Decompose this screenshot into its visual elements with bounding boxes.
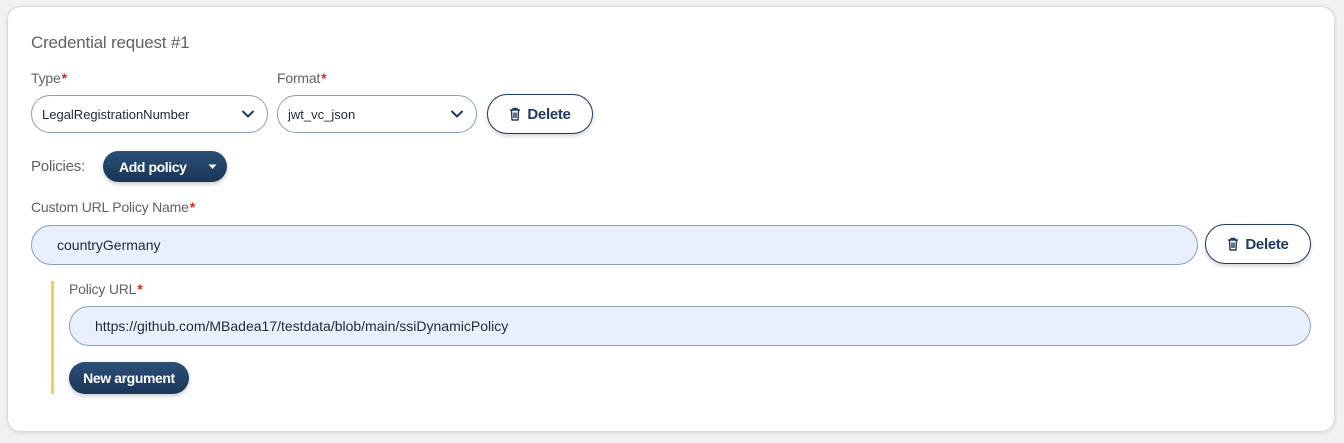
- type-label: Type*: [31, 70, 67, 86]
- custom-policy-name-label: Custom URL Policy Name*: [31, 199, 195, 215]
- policy-section-accent-bar: [51, 281, 54, 394]
- card-title: Credential request #1: [31, 33, 190, 52]
- trash-icon: [509, 107, 521, 121]
- required-marker: *: [137, 281, 143, 297]
- required-marker: *: [189, 199, 195, 215]
- delete-credential-button[interactable]: Delete: [487, 94, 593, 134]
- format-select[interactable]: jwt_vc_json: [277, 95, 477, 133]
- type-select[interactable]: LegalRegistrationNumber: [31, 95, 268, 133]
- trash-icon: [1227, 237, 1239, 251]
- required-marker: *: [61, 70, 67, 86]
- caret-down-icon: [208, 164, 217, 170]
- type-label-text: Type: [31, 70, 61, 86]
- policy-url-input[interactable]: https://github.com/MBadea17/testdata/blo…: [69, 306, 1311, 346]
- format-select-value: jwt_vc_json: [288, 106, 356, 122]
- delete-policy-label: Delete: [1245, 235, 1289, 253]
- policy-url-value: https://github.com/MBadea17/testdata/blo…: [95, 318, 509, 334]
- custom-policy-name-label-text: Custom URL Policy Name: [31, 199, 189, 215]
- add-policy-label: Add policy: [119, 158, 187, 175]
- type-select-value: LegalRegistrationNumber: [42, 106, 190, 122]
- format-label-text: Format: [277, 70, 321, 86]
- policies-label: Policies:: [31, 158, 86, 175]
- policy-url-label-text: Policy URL: [69, 281, 137, 297]
- new-argument-label: New argument: [83, 370, 175, 386]
- delete-policy-button[interactable]: Delete: [1205, 224, 1311, 264]
- required-marker: *: [321, 70, 327, 86]
- credential-request-card: Credential request #1 Type* Format* Lega…: [7, 6, 1335, 432]
- chevron-down-icon: [241, 107, 255, 121]
- policy-url-label: Policy URL*: [69, 281, 143, 297]
- format-label: Format*: [277, 70, 327, 86]
- new-argument-button[interactable]: New argument: [69, 362, 189, 394]
- chevron-down-icon: [450, 107, 464, 121]
- delete-credential-label: Delete: [527, 105, 571, 123]
- add-policy-button[interactable]: Add policy: [103, 151, 227, 182]
- custom-policy-name-input[interactable]: countryGermany: [31, 225, 1198, 265]
- custom-policy-name-value: countryGermany: [57, 237, 161, 253]
